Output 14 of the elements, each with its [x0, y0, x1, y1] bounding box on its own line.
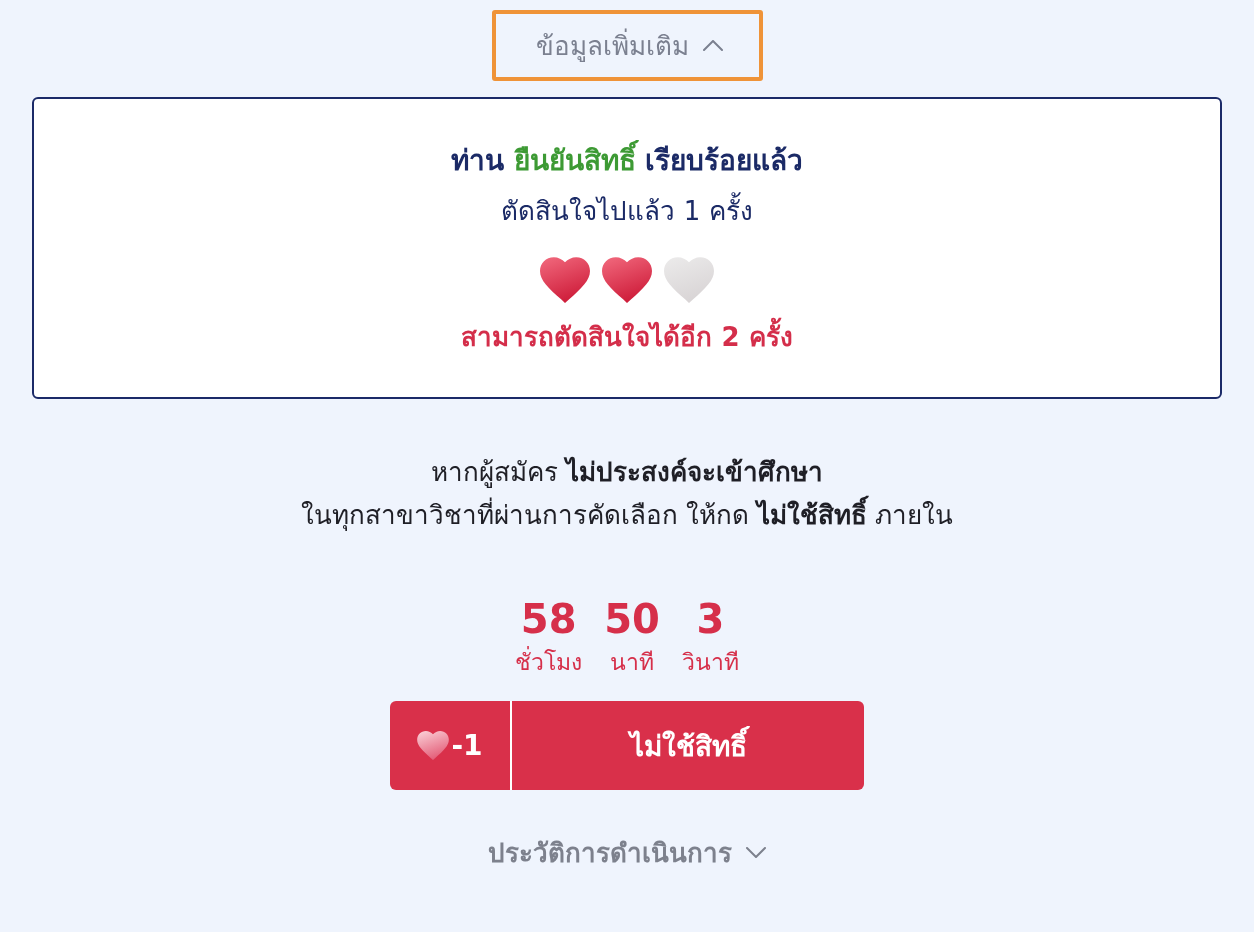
more-info-toggle[interactable]: ข้อมูลเพิ่มเติม	[491, 10, 763, 81]
status-subtitle: ตัดสินใจไปแล้ว 1 ครั้ง	[501, 191, 753, 231]
remaining-text: สามารถตัดสินใจได้อีก 2 ครั้ง	[461, 317, 793, 357]
countdown-value: 50	[604, 595, 660, 643]
status-title: ท่าน ยืนยันสิทธิ์ เรียบร้อยแล้ว	[450, 139, 804, 183]
decline-button[interactable]: -1 ไม่ใช้สิทธิ์	[390, 701, 864, 790]
countdown-unit: ชั่วโมง	[515, 643, 583, 681]
countdown-value: 3	[696, 595, 725, 643]
countdown-value: 58	[520, 595, 577, 643]
heart-icon	[417, 731, 450, 760]
history-toggle[interactable]: ประวัติการดำเนินการ	[488, 832, 766, 873]
countdown-unit: วินาที	[681, 648, 739, 677]
countdown-unit: นาที	[610, 648, 654, 677]
notice-text: หากผู้สมัคร ไม่ประสงค์จะเข้าศึกษา ในทุกสาขาวิชาที่ผ่านการคัดเลือก ให้กด ไม่ใช้สิทธิ์ ภายใน	[300, 455, 954, 533]
